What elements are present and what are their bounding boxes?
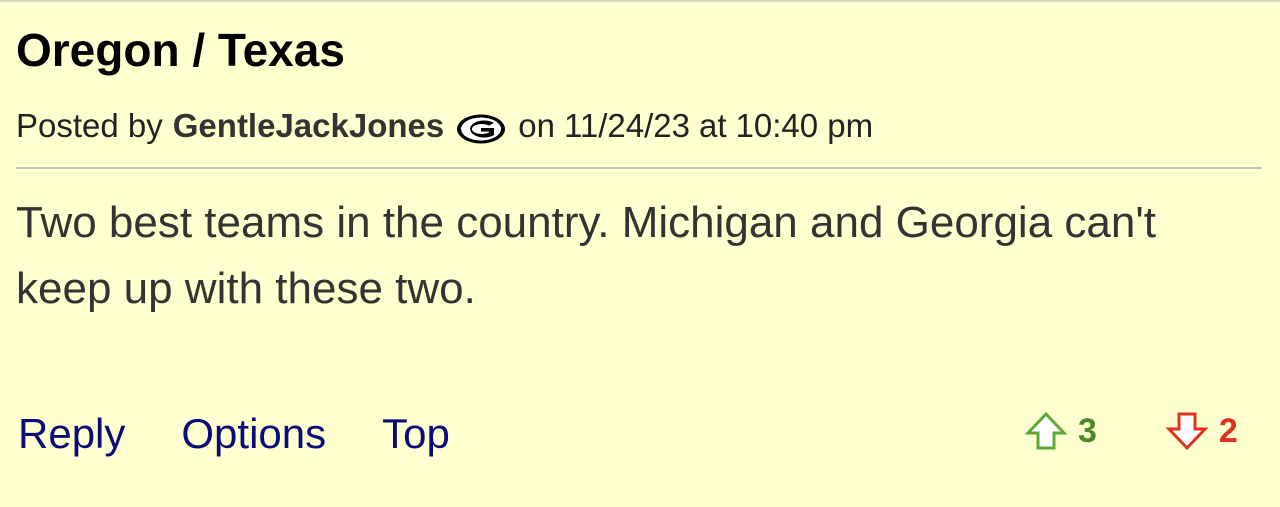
upvote-count: 3 (1078, 411, 1097, 450)
author-link[interactable]: GentleJackJones (173, 104, 444, 148)
thumbs-down-arrow-icon (1165, 411, 1209, 451)
post-actions: Reply Options Top (18, 408, 450, 460)
on-label: on (518, 107, 555, 144)
top-link[interactable]: Top (382, 408, 450, 460)
divider (16, 167, 1262, 169)
vote-controls: 3 2 (1024, 408, 1238, 454)
thumbs-up-arrow-icon (1024, 411, 1068, 451)
at-label: at (698, 107, 727, 144)
post-body: Two best teams in the country. Michigan … (16, 198, 1156, 313)
posted-by-label: Posted by (16, 107, 163, 144)
post-title: Oregon / Texas (16, 24, 345, 76)
georgia-g-logo-icon (456, 111, 506, 144)
post-time: 10:40 pm (735, 107, 874, 144)
downvote-button[interactable]: 2 (1165, 411, 1238, 451)
upvote-button[interactable]: 3 (1024, 411, 1097, 451)
downvote-count: 2 (1218, 411, 1238, 450)
post-date: 11/24/23 (563, 107, 690, 144)
reply-link[interactable]: Reply (18, 408, 125, 460)
forum-post: Oregon / Texas Posted by GentleJackJones… (0, 0, 1280, 507)
options-link[interactable]: Options (181, 408, 326, 460)
post-meta: Posted by GentleJackJones on 11/24/23 at… (16, 104, 873, 148)
